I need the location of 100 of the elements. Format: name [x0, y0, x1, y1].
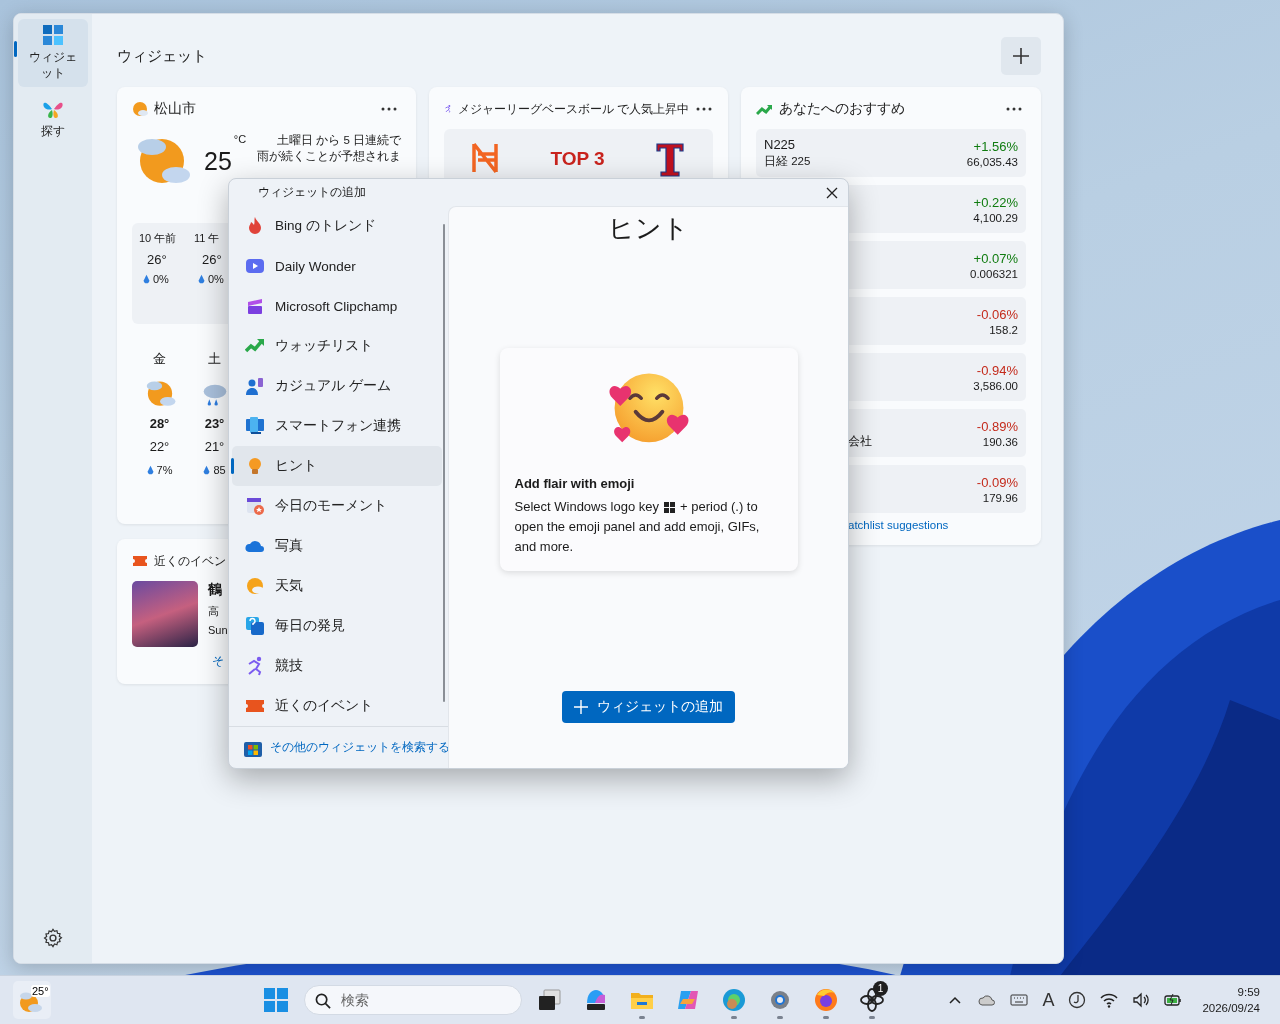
volume-icon[interactable]	[1132, 991, 1151, 1009]
tip-text: + period (.) to	[680, 498, 758, 516]
widget-list-item[interactable]: 写真	[232, 526, 442, 566]
temperature: 26°	[147, 252, 167, 267]
location-label: 松山市	[154, 100, 197, 118]
price-change: -0.94%	[976, 362, 1018, 378]
stock-price: 179.96	[982, 491, 1018, 504]
hour-label: 11 午	[194, 231, 220, 246]
stock-price: 190.36	[982, 435, 1018, 448]
plus-icon	[574, 700, 588, 714]
add-widget-button[interactable]: ウィジェットの追加	[562, 691, 735, 723]
precipitation: 0%	[208, 273, 224, 285]
question-cards-icon	[245, 616, 265, 636]
price-change: -0.89%	[976, 418, 1018, 434]
knot-app-button[interactable]: 1	[854, 980, 890, 1020]
forecast-summary: 土曜日 から 5 日連続で	[276, 133, 401, 148]
day-label: 土	[208, 350, 221, 368]
hour-label: 10 午前	[139, 231, 177, 246]
card-title: 近くのイベン	[154, 552, 226, 570]
widget-list-item[interactable]: スマートフォン連携	[232, 406, 442, 446]
keyboard-icon[interactable]	[1010, 991, 1029, 1009]
low-temperature: 21°	[204, 439, 225, 454]
day-label: 金	[153, 350, 166, 368]
more-icon	[1005, 106, 1023, 112]
store-search-link[interactable]: その他のウィジェットを検索する	[243, 737, 450, 758]
windows-key-icon	[664, 501, 675, 513]
precipitation: 85	[213, 464, 226, 476]
price-change: -0.06%	[976, 306, 1018, 322]
trend-up-icon	[756, 102, 773, 116]
stock-price: 158.2	[989, 323, 1018, 336]
person-piece-icon	[245, 376, 265, 396]
widget-list-item[interactable]: 近くのイベント	[232, 686, 442, 726]
photo-placeholder	[132, 581, 198, 647]
precipitation: 0%	[153, 273, 169, 285]
sidebar-item[interactable]: 探す	[18, 93, 88, 145]
event-name: 鶴	[208, 581, 223, 599]
tip-title: Add flair with emoji	[514, 476, 636, 491]
dialog-title: ウィジェットの追加	[258, 184, 366, 201]
four-squares-icon	[263, 987, 289, 1013]
widget-list-item[interactable]: 天気	[232, 566, 442, 606]
suggestions-link[interactable]: atchlist suggestions	[848, 519, 1026, 531]
phone-screen-icon	[245, 416, 265, 436]
widget-list-item[interactable]: ヒント	[232, 446, 442, 486]
raindrop-icon	[203, 465, 211, 475]
widget-list-item[interactable]: 競技	[232, 646, 442, 686]
input-mode-indicator[interactable]: A	[1042, 989, 1055, 1011]
sun-cloud-icon	[245, 576, 265, 596]
weather-widget-button[interactable]: 25°	[13, 981, 51, 1019]
precipitation: 7%	[156, 464, 173, 476]
plus-icon	[1011, 46, 1031, 66]
widget-list-item[interactable]: 今日のモーメント	[232, 486, 442, 526]
close-icon	[826, 186, 838, 199]
preview-heading: ヒント	[608, 212, 689, 245]
tip-text: Select Windows logo key	[514, 498, 659, 516]
notification-badge: 1	[873, 981, 888, 996]
widget-list-item[interactable]: Bing のトレンド	[232, 206, 442, 246]
task-view-icon	[537, 987, 563, 1013]
raindrop-icon	[198, 274, 205, 284]
low-temperature: 22°	[149, 439, 170, 454]
clock-button[interactable]: 9:59 2026/09/24	[1202, 984, 1260, 1016]
card-title: あなたへのおすすめ	[779, 100, 906, 118]
widget-list-item[interactable]: Daily Wonder	[232, 246, 442, 286]
calendar-star-icon	[245, 496, 265, 516]
team-logo-icon	[655, 140, 685, 178]
settings-icon[interactable]	[42, 927, 64, 949]
widget-list-item[interactable]: 毎日の発見	[232, 606, 442, 646]
high-temperature: 23°	[204, 416, 225, 431]
add-widget-button[interactable]	[1001, 37, 1041, 75]
raindrop-icon	[143, 274, 150, 284]
widget-list-item[interactable]: Microsoft Clipchamp	[232, 286, 442, 326]
battery-charging-icon[interactable]	[1164, 991, 1183, 1009]
stock-price: 0.006321	[970, 267, 1018, 280]
stock-price: 66,035.43	[966, 155, 1018, 168]
widget-list-item[interactable]: ウォッチリスト	[232, 326, 442, 366]
price-change: +0.22%	[973, 194, 1018, 210]
stock-name: 日経 225	[764, 154, 811, 169]
temperature: 26°	[202, 252, 222, 267]
circle-glyph-icon[interactable]	[1068, 991, 1087, 1009]
price-change: -0.09%	[976, 474, 1018, 490]
raindrop-icon	[146, 465, 154, 475]
fox-browser-icon	[813, 987, 839, 1013]
card-title: メジャーリーグベースボール で人気上昇中	[457, 101, 689, 117]
stock-price: 4,100.29	[973, 211, 1018, 224]
more-icon	[380, 106, 398, 112]
weather-icon	[132, 101, 148, 117]
price-change: +1.56%	[973, 138, 1018, 154]
browser-icon	[721, 987, 747, 1013]
search-field[interactable]: 検索	[304, 985, 522, 1015]
wifi-icon[interactable]	[1100, 991, 1119, 1009]
widget-list-item[interactable]: カジュアル ゲーム	[232, 366, 442, 406]
scrollbar[interactable]	[443, 224, 445, 702]
ranking-label: TOP 3	[550, 148, 605, 170]
stock-symbol: N225	[764, 137, 797, 152]
forecast-summary: 雨が続くことが予想されま	[257, 149, 401, 164]
event-date: Sun	[208, 624, 228, 636]
stock-row[interactable]: N225 日経 225 +1.56% 66,035.43	[756, 129, 1026, 177]
high-temperature: 28°	[149, 416, 170, 431]
clapper-icon	[245, 296, 265, 316]
event-place: 高	[208, 604, 220, 619]
ticket-icon	[132, 553, 148, 569]
